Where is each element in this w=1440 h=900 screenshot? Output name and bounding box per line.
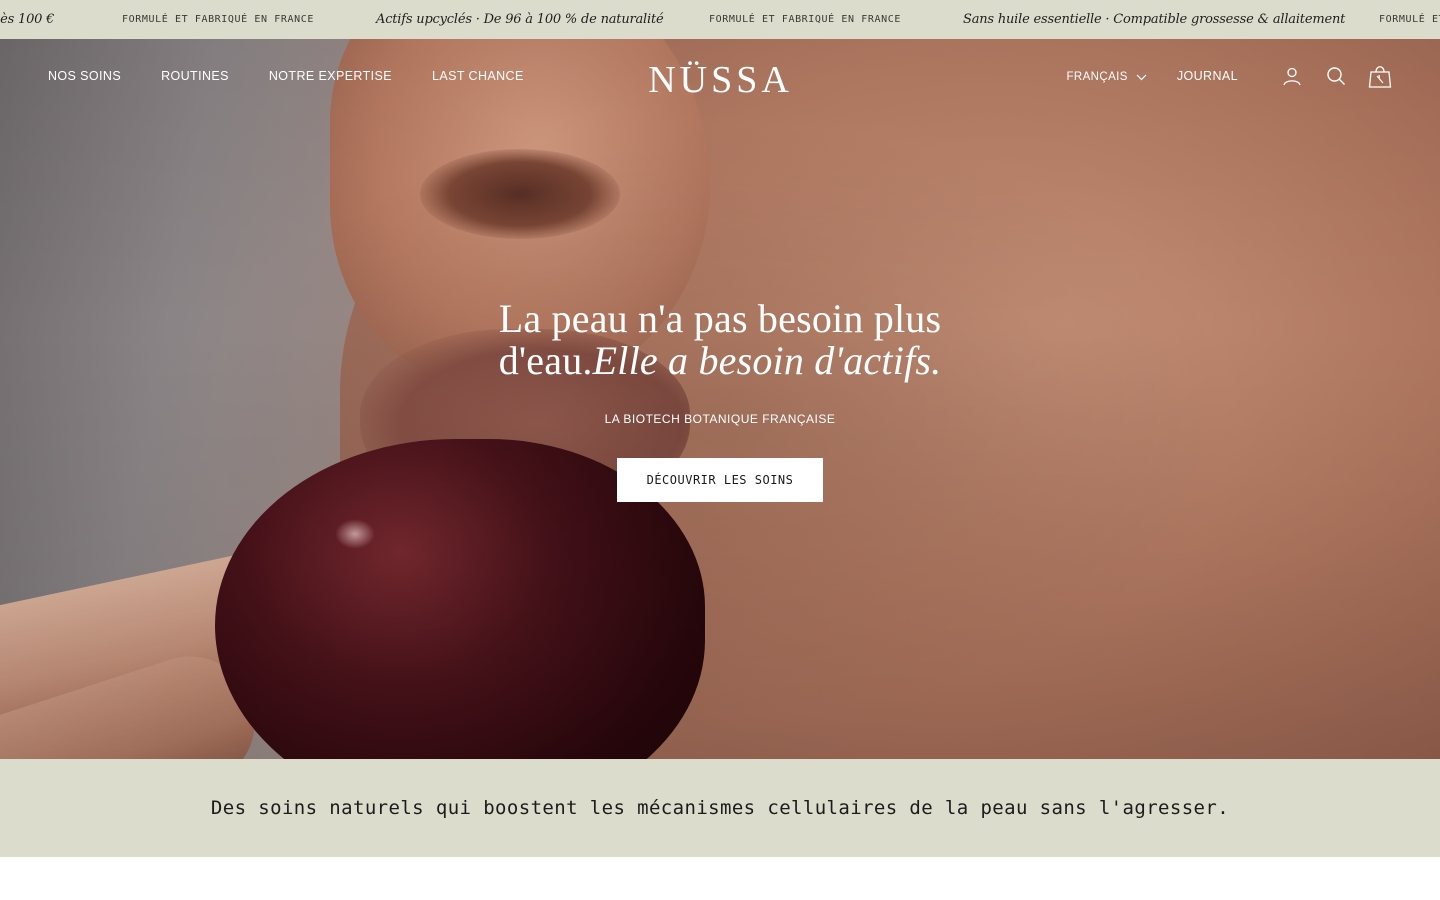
chevron-down-icon — [1136, 74, 1147, 80]
nav-link-routines[interactable]: ROUTINES — [161, 69, 229, 83]
search-button[interactable] — [1324, 64, 1348, 88]
language-label: FRANÇAIS — [1066, 71, 1128, 83]
hero-title-italic: Elle a besoin d'actifs. — [592, 338, 942, 383]
account-button[interactable] — [1280, 64, 1304, 88]
language-selector[interactable]: FRANÇAIS — [1066, 71, 1147, 83]
nav-link-journal[interactable]: JOURNAL — [1177, 69, 1238, 83]
search-icon — [1327, 67, 1345, 85]
cart-button[interactable] — [1368, 64, 1392, 88]
discover-products-button[interactable]: DÉCOUVRIR LES SOINS — [617, 458, 823, 502]
announcement-item: Actifs upcyclés · De 96 à 100 % de natur… — [376, 12, 664, 27]
announcement-item: FORMULÉ ET FABRIQUÉ EN FRANCE — [122, 14, 314, 25]
tagline-text: Des soins naturels qui boostent les méca… — [210, 797, 1230, 819]
header-actions: FRANÇAIS JOURNAL — [1066, 64, 1392, 88]
announcement-bar: dès 100 € FORMULÉ ET FABRIQUÉ EN FRANCE … — [0, 0, 1440, 39]
hero-title-line2: d'eau. — [498, 338, 593, 383]
announcement-item: FORMULÉ ET FABRIQUÉ EN FRANCE — [709, 14, 901, 25]
site-logo[interactable]: NÜSSA — [643, 60, 798, 100]
nav-link-nos-soins[interactable]: NOS SOINS — [48, 69, 121, 83]
announcement-item: Sans huile essentielle · Compatible gros… — [963, 12, 1346, 27]
hero-subtitle: LA BIOTECH BOTANIQUE FRANÇAISE — [604, 412, 836, 426]
site-header: NOS SOINS ROUTINES NOTRE EXPERTISE LAST … — [0, 39, 1440, 115]
nav-link-last-chance[interactable]: LAST CHANCE — [432, 69, 524, 83]
hero-content: La peau n'a pas besoin plus d'eau.Elle a… — [420, 298, 1020, 502]
nav-link-notre-expertise[interactable]: NOTRE EXPERTISE — [269, 69, 392, 83]
announcement-item: FORMULÉ ET FABRIQUÉ EN FRANCE — [1379, 14, 1440, 25]
announcement-track: dès 100 € FORMULÉ ET FABRIQUÉ EN FRANCE … — [0, 0, 1440, 39]
tagline-band: Des soins naturels qui boostent les méca… — [0, 759, 1440, 857]
hero-title: La peau n'a pas besoin plus d'eau.Elle a… — [420, 298, 1020, 382]
main-nav: NOS SOINS ROUTINES NOTRE EXPERTISE LAST … — [48, 69, 564, 83]
cart-icon — [1368, 66, 1392, 88]
announcement-item: dès 100 € — [0, 12, 55, 27]
account-icon — [1283, 67, 1301, 86]
hero-title-line1: La peau n'a pas besoin plus — [498, 296, 942, 341]
